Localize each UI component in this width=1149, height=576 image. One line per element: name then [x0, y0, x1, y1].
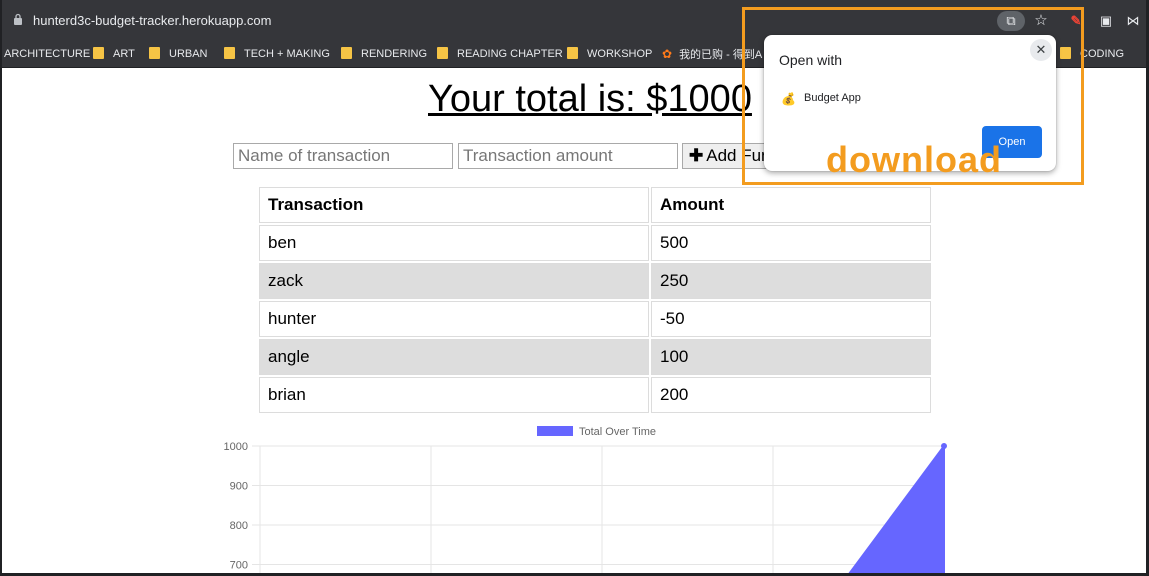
folder-icon [437, 47, 448, 59]
bookmark-label: 我的已购 - 得到A [679, 49, 763, 61]
folder-icon [224, 47, 235, 59]
bookmark-item[interactable]: RENDERING [341, 45, 427, 63]
extension-icon[interactable]: ▣ [1097, 11, 1115, 31]
series-area [848, 442, 945, 573]
total-heading: Your total is: $1000 [428, 78, 752, 120]
table-header-cell: Amount [651, 187, 931, 223]
pdf-extension-icon[interactable]: ✎ [1067, 11, 1085, 31]
table-cell: 500 [651, 225, 931, 261]
y-tick-label: 1000 [224, 441, 248, 453]
folder-icon [567, 47, 578, 59]
address-bar: hunterd3c-budget-tracker.herokuapp.com ⧉… [0, 0, 1149, 40]
data-point [941, 443, 947, 449]
table-row: ben 500 [259, 225, 931, 261]
table-cell: ben [259, 225, 649, 261]
bookmark-label: CODING [1080, 48, 1124, 60]
folder-icon [149, 47, 160, 59]
bookmark-item[interactable]: CODING [1060, 45, 1124, 63]
window-frame [0, 0, 2, 576]
bookmark-item[interactable]: ARCHITECTURE [4, 45, 90, 63]
bookmark-label: READING CHAPTER [457, 48, 563, 60]
popup-title: Open with [779, 52, 843, 68]
table-cell: -50 [651, 301, 931, 337]
table-cell: zack [259, 263, 649, 299]
bookmark-item[interactable]: ✿ 我的已购 - 得到A [662, 45, 762, 63]
y-tick-label: 700 [230, 560, 248, 572]
folder-icon [1060, 47, 1071, 59]
table-row: brian 200 [259, 377, 931, 413]
bookmark-label: ARCHITECTURE [4, 48, 91, 60]
bookmark-item[interactable]: READING CHAPTER [437, 45, 563, 63]
transaction-name-input[interactable]: Name of transaction [233, 143, 453, 169]
annotation-label: download [826, 139, 1002, 180]
star-icon[interactable]: ☆ [1031, 11, 1051, 31]
y-tick-label: 900 [230, 481, 248, 493]
bookmark-item[interactable]: TECH + MAKING [224, 45, 330, 63]
bookmark-label: WORKSHOP [587, 48, 653, 60]
close-icon[interactable]: ✕ [1030, 39, 1052, 61]
money-bag-icon: 💰 [781, 92, 796, 106]
table-cell: angle [259, 339, 649, 375]
media-extension-icon[interactable]: ⋈ [1124, 11, 1142, 31]
bookmark-item[interactable]: URBAN [149, 45, 208, 63]
bookmark-label: TECH + MAKING [244, 48, 330, 60]
table-cell: brian [259, 377, 649, 413]
popup-app-name[interactable]: Budget App [804, 92, 861, 104]
table-cell: 200 [651, 377, 931, 413]
bookmark-item[interactable]: ART [93, 45, 135, 63]
transaction-amount-input[interactable]: Transaction amount [458, 143, 678, 169]
folder-icon [93, 47, 104, 59]
table-row: zack 250 [259, 263, 931, 299]
table-header-row: Transaction Amount [259, 187, 931, 223]
legend-label: Total Over Time [579, 426, 656, 438]
plus-icon: ✚ [689, 146, 704, 165]
bookmark-label: URBAN [169, 48, 208, 60]
bookmark-label: RENDERING [361, 48, 428, 60]
open-in-app-icon[interactable]: ⧉ [997, 11, 1025, 31]
legend-swatch [537, 426, 573, 436]
y-tick-label: 800 [230, 520, 248, 532]
folder-icon [341, 47, 352, 59]
url-text[interactable]: hunterd3c-budget-tracker.herokuapp.com [33, 13, 271, 28]
bookmark-label: ART [113, 48, 135, 60]
bookmark-item[interactable]: WORKSHOP [567, 45, 652, 63]
total-over-time-chart: Total Over Time 1000 900 800 700 [224, 426, 947, 573]
table-cell: hunter [259, 301, 649, 337]
table-header-cell: Transaction [259, 187, 649, 223]
table-row: angle 100 [259, 339, 931, 375]
table-cell: 100 [651, 339, 931, 375]
table-cell: 250 [651, 263, 931, 299]
lock-icon [14, 13, 22, 25]
mascot-icon: ✿ [662, 47, 673, 61]
table-row: hunter -50 [259, 301, 931, 337]
